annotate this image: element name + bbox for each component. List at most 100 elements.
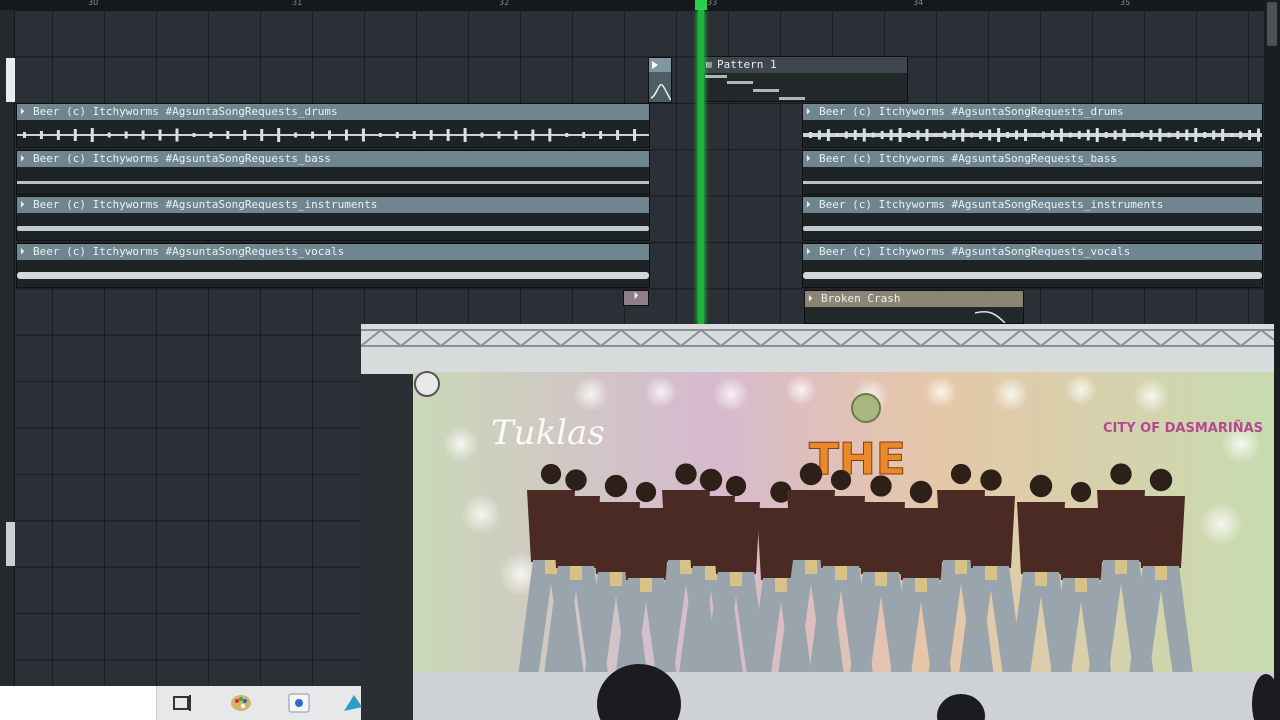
clip-menu-icon[interactable]: ⏵: [806, 104, 811, 120]
waveform-transient: [412, 131, 416, 139]
audio-clip-instruments-right[interactable]: ⏵ Beer (c) Itchyworms #AgsuntaSongRequest…: [802, 196, 1263, 241]
audio-clip-vocals-left[interactable]: ⏵ Beer (c) Itchyworms #AgsuntaSongRequest…: [16, 243, 650, 288]
waveform-transient: [1095, 128, 1099, 142]
waveform-transient: [294, 132, 298, 138]
waveform-transient: [243, 130, 247, 140]
audio-clip-bass-left[interactable]: ⏵ Beer (c) Itchyworms #AgsuntaSongRequest…: [16, 150, 650, 195]
clip-header[interactable]: ⏵ Beer (c) Itchyworms #AgsuntaSongRequest…: [803, 197, 1262, 213]
playhead-marker[interactable]: [695, 0, 707, 10]
waveform-transient: [934, 133, 938, 137]
clip-header[interactable]: ⏵ Beer (c) Itchyworms #AgsuntaSongRequest…: [803, 151, 1262, 167]
waveform-transient: [124, 131, 128, 139]
waveform-transient: [107, 132, 111, 138]
clip-menu-icon[interactable]: ⏵: [806, 151, 811, 167]
waveform-transient: [1032, 133, 1036, 137]
waveform-transient: [56, 130, 60, 140]
waveform-instruments: [803, 226, 1262, 231]
browser-icon[interactable]: [340, 691, 364, 715]
waveform-transient: [311, 131, 315, 139]
playhead[interactable]: [698, 10, 704, 324]
waveform-transient: [844, 131, 848, 139]
clip-label: Beer (c) Itchyworms #AgsuntaSongRequests…: [819, 105, 1124, 118]
waveform-crash: [974, 311, 1006, 324]
clip-label: Beer (c) Itchyworms #AgsuntaSongRequests…: [819, 245, 1131, 258]
waveform-transient: [835, 133, 839, 137]
app-window-icon[interactable]: [287, 691, 311, 715]
clip-menu-icon[interactable]: ⏵: [20, 244, 25, 260]
waveform-transient: [73, 129, 77, 141]
waveform-bass: [17, 181, 649, 184]
waveform-transient: [1257, 128, 1261, 142]
clip-menu-icon[interactable]: ⏵: [20, 104, 25, 120]
waveform-transient: [531, 129, 535, 141]
waveform-transient: [943, 131, 947, 139]
waveform-transient: [1176, 131, 1180, 139]
audio-clip-drums-left[interactable]: ⏵ Beer (c) Itchyworms #AgsuntaSongRequest…: [16, 103, 650, 148]
clip-header[interactable]: ⏵ Beer (c) Itchyworms #AgsuntaSongRequest…: [803, 104, 1262, 120]
waveform-transient: [1015, 130, 1019, 140]
audio-clip-instruments-left[interactable]: ⏵ Beer (c) Itchyworms #AgsuntaSongRequest…: [16, 196, 650, 241]
waveform-transient: [1077, 131, 1081, 139]
audio-clip-crash[interactable]: ⏵ Broken Crash: [804, 290, 1024, 324]
taskbar-search-box[interactable]: [0, 686, 157, 720]
waveform-transient: [1006, 132, 1010, 138]
clip-menu-icon[interactable]: ⏵: [808, 291, 813, 307]
waveform-transient: [141, 130, 145, 140]
waveform-transient: [209, 132, 213, 138]
track-selector-marker[interactable]: [6, 522, 15, 566]
clip-header[interactable]: ⏵ Beer (c) Itchyworms #AgsuntaSongRequest…: [17, 197, 649, 213]
waveform-transient: [599, 131, 603, 139]
sample-clip[interactable]: ⏵: [623, 290, 649, 306]
audio-clip-vocals-right[interactable]: ⏵ Beer (c) Itchyworms #AgsuntaSongRequest…: [802, 243, 1263, 288]
pattern-clip-header[interactable]: ▤ Pattern 1: [703, 57, 907, 73]
pattern-note: [727, 81, 753, 84]
clip-menu-icon[interactable]: ⏵: [806, 197, 811, 213]
waveform-transient: [497, 131, 501, 139]
waveform-transient: [889, 129, 893, 141]
waveform-transient: [1068, 132, 1072, 138]
pattern-clip[interactable]: ▤ Pattern 1: [702, 56, 908, 102]
audio-clip-drums-right[interactable]: ⏵ Beer (c) Itchyworms #AgsuntaSongRequest…: [802, 103, 1263, 148]
clip-label: Beer (c) Itchyworms #AgsuntaSongRequests…: [33, 105, 338, 118]
track-selector-marker[interactable]: [6, 58, 15, 102]
clip-label: Beer (c) Itchyworms #AgsuntaSongRequests…: [819, 198, 1164, 211]
scrollbar-thumb[interactable]: [1267, 2, 1277, 46]
clip-label: Beer (c) Itchyworms #AgsuntaSongRequests…: [33, 245, 345, 258]
clip-menu-icon[interactable]: ⏵: [20, 151, 25, 167]
dance-performance-video: Tuklas THE CITY OF DASMARIÑAS: [361, 324, 1274, 720]
waveform-transient: [988, 129, 992, 141]
clip-header[interactable]: ⏵ Beer (c) Itchyworms #AgsuntaSongRequest…: [17, 104, 649, 120]
waveform-transient: [192, 133, 196, 137]
clip-header[interactable]: ⏵ Beer (c) Itchyworms #AgsuntaSongRequest…: [17, 244, 649, 260]
clip-menu-icon[interactable]: ⏵: [20, 197, 25, 213]
waveform-transient: [548, 128, 552, 142]
waveform-drums: [17, 128, 649, 142]
waveform-transient: [277, 128, 281, 142]
waveform-transient: [633, 129, 637, 141]
automation-clip[interactable]: [648, 57, 672, 103]
clip-header[interactable]: ⏵ Beer (c) Itchyworms #AgsuntaSongRequest…: [17, 151, 649, 167]
waveform-transient: [514, 130, 518, 140]
clip-header[interactable]: ⏵ Beer (c) Itchyworms #AgsuntaSongRequest…: [803, 244, 1262, 260]
waveform-vocals: [17, 272, 649, 279]
waveform-transient: [1203, 132, 1207, 138]
ruler-tick-35: 35: [1120, 0, 1131, 7]
track-gutter[interactable]: [0, 10, 15, 720]
waveform-transient: [1086, 129, 1090, 141]
task-view-icon[interactable]: [170, 691, 194, 715]
pattern-clip-label: Pattern 1: [717, 58, 777, 71]
clip-header[interactable]: ⏵ Broken Crash: [805, 291, 1023, 307]
paint-palette-icon[interactable]: [229, 691, 253, 715]
ruler-tick-31: 31: [292, 0, 303, 7]
banner-center-text: THE: [809, 434, 906, 485]
audio-clip-bass-right[interactable]: ⏵ Beer (c) Itchyworms #AgsuntaSongRequest…: [802, 150, 1263, 195]
waveform-transient: [1113, 130, 1117, 140]
waveform-transient: [808, 132, 812, 138]
waveform-transient: [582, 132, 586, 138]
waveform-transient: [1185, 129, 1189, 141]
ruler-tick-30: 30: [88, 0, 99, 7]
waveform-transient: [898, 128, 902, 142]
automation-curve-icon: [649, 58, 672, 101]
waveform-transient: [1212, 130, 1216, 140]
clip-menu-icon[interactable]: ⏵: [806, 244, 811, 260]
